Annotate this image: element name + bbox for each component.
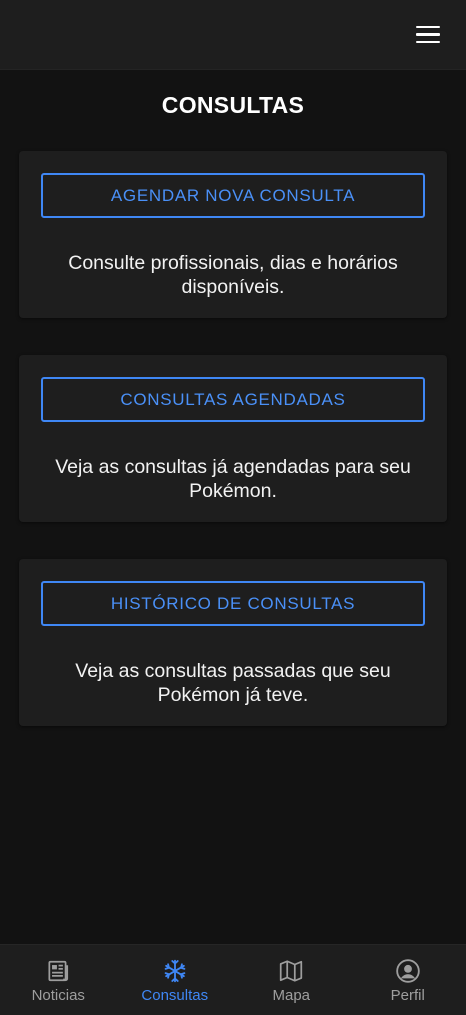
nav-label: Consultas: [141, 987, 209, 1004]
card-schedule-new: AGENDAR NOVA CONSULTA Consulte profissio…: [19, 151, 447, 318]
card-history: HISTÓRICO DE CONSULTAS Veja as consultas…: [19, 559, 447, 726]
card-description: Veja as consultas já agendadas para seu …: [55, 456, 411, 502]
user-circle-icon: [395, 959, 420, 983]
nav-item-mapa[interactable]: Mapa: [233, 945, 350, 1015]
page-title: CONSULTAS: [161, 92, 305, 118]
nav-item-noticias[interactable]: Noticias: [0, 945, 117, 1015]
app-screen: CONSULTAS AGENDAR NOVA CONSULTA Consulte…: [0, 0, 466, 1015]
top-app-bar: [0, 0, 466, 70]
newspaper-icon: [48, 960, 69, 982]
card-description: Consulte profissionais, dias e horários …: [68, 252, 398, 298]
nav-label: Mapa: [272, 987, 311, 1004]
map-icon: [280, 960, 303, 982]
consultation-history-button[interactable]: HISTÓRICO DE CONSULTAS: [41, 581, 425, 626]
schedule-new-consultation-button[interactable]: AGENDAR NOVA CONSULTA: [41, 173, 425, 218]
nav-item-consultas[interactable]: Consultas: [117, 945, 234, 1015]
nav-label: Perfil: [390, 987, 425, 1004]
card-scheduled: CONSULTAS AGENDADAS Veja as consultas já…: [19, 355, 447, 522]
bottom-navigation: Noticias Consultas Mapa Perfil: [0, 944, 466, 1015]
medical-star-icon: [164, 959, 186, 983]
scheduled-consultations-button[interactable]: CONSULTAS AGENDADAS: [41, 377, 425, 422]
nav-item-perfil[interactable]: Perfil: [350, 945, 466, 1015]
hamburger-menu-icon[interactable]: [416, 21, 444, 49]
nav-label: Noticias: [31, 987, 85, 1004]
card-description: Veja as consultas passadas que seu Pokém…: [75, 660, 391, 706]
